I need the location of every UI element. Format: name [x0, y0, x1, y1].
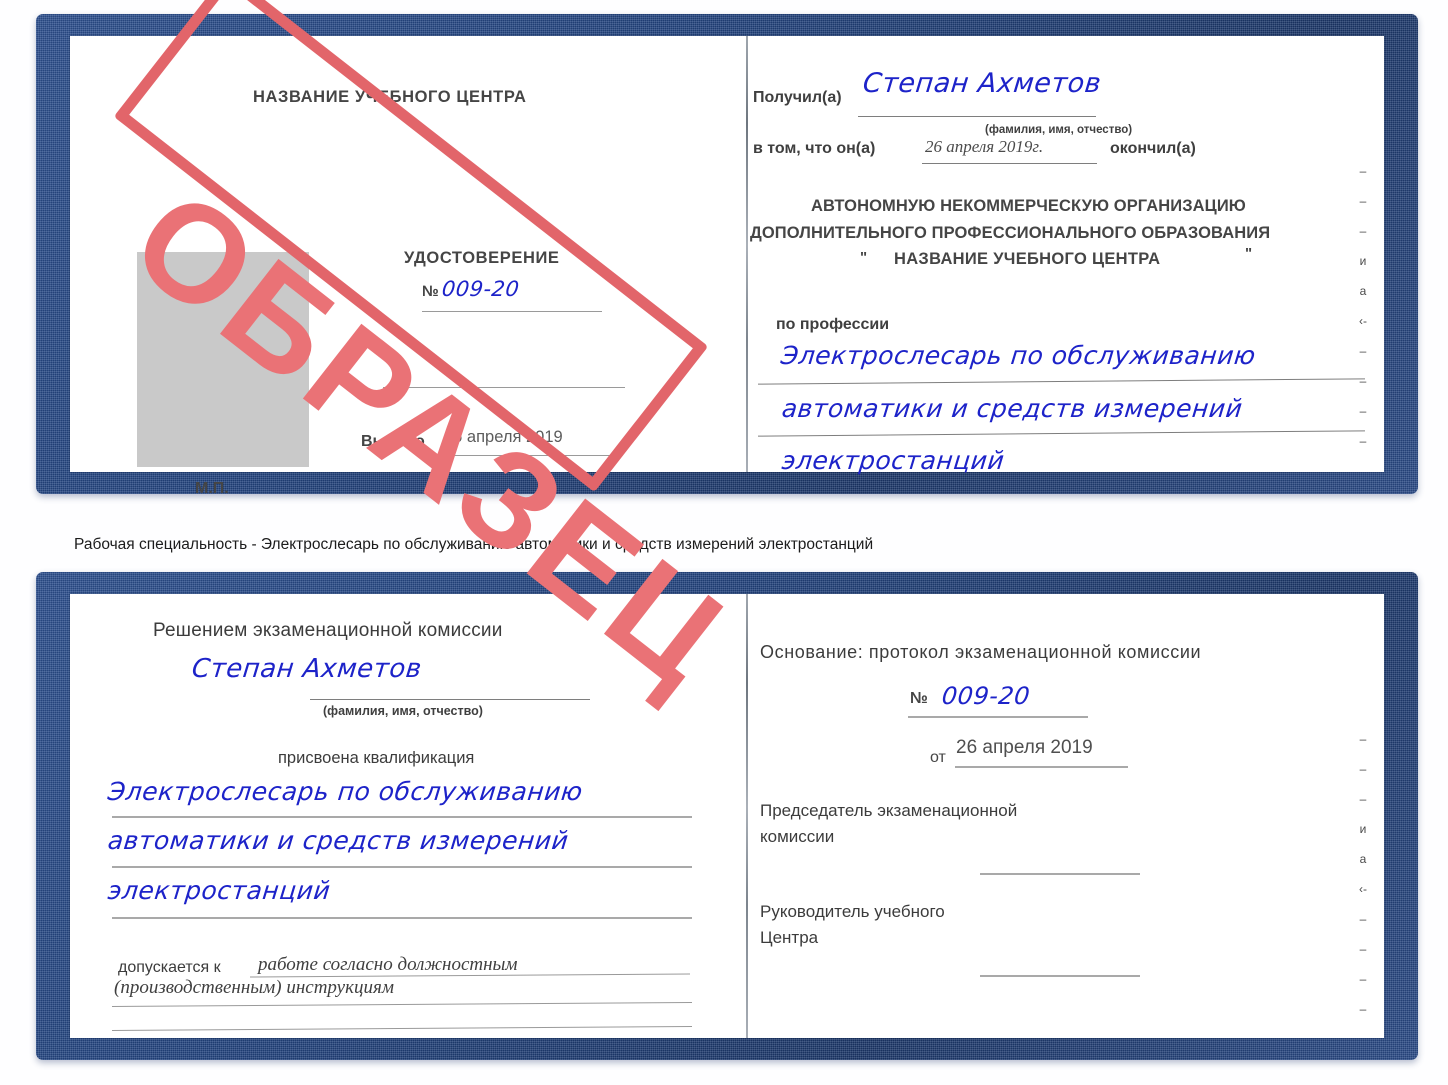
- bottom-left-admitted-rule2: [112, 1001, 692, 1008]
- bottom-right-head-signature-rule: [980, 975, 1140, 977]
- top-left-stamp-place-label: М.П.: [195, 480, 229, 497]
- bottom-right-number-rule: [908, 716, 1088, 718]
- certificate-top-right-page: Получил(а) Степан Ахметов (фамилия, имя,…: [748, 36, 1384, 475]
- top-left-issued-value: 26 апреля 2019: [444, 428, 563, 446]
- top-right-received-value: Степан Ахметов: [861, 68, 1103, 99]
- bottom-right-chairman-line2: комиссии: [760, 827, 835, 846]
- edge-mark: –: [1359, 374, 1367, 388]
- top-right-completion-date-rule: [922, 163, 1097, 164]
- edge-mark: –: [1359, 1002, 1367, 1016]
- certificate-bottom-right-page: Основание: протокол экзаменационной коми…: [748, 594, 1384, 1038]
- certificate-top-pages: НАЗВАНИЕ УЧЕБНОГО ЦЕНТРА УДОСТОВЕРЕНИЕ №…: [70, 36, 1384, 497]
- bottom-left-fio-hint: (фамилия, имя, отчество): [323, 704, 483, 718]
- top-right-received-label: Получил(а): [753, 89, 842, 106]
- edge-mark: –: [1359, 404, 1367, 418]
- bottom-left-name-value: Степан Ахметов: [190, 654, 424, 684]
- edge-mark: –: [1359, 912, 1367, 926]
- top-right-completion-date: 26 апреля 2019г.: [925, 137, 1044, 156]
- edge-mark: –: [1359, 224, 1367, 238]
- bottom-left-admitted-value-line1: работе согласно должностным: [258, 954, 518, 975]
- bottom-right-number-label: №: [910, 690, 928, 707]
- top-right-profession-rule2: [758, 430, 1365, 437]
- specialty-caption: Рабочая специальность - Электрослесарь п…: [74, 536, 874, 553]
- top-right-org-quote-close: ": [1245, 245, 1253, 262]
- top-right-profession-line3: электростанций: [780, 446, 1006, 475]
- top-right-that-he-label: в том, что он(а): [753, 140, 876, 157]
- edge-mark: и: [1359, 822, 1367, 836]
- bottom-right-head-line2: Центра: [760, 928, 819, 947]
- certificate-bottom-left-page: Решением экзаменационной комиссии Степан…: [70, 594, 746, 1038]
- edge-mark: –: [1359, 792, 1367, 806]
- edge-mark: –: [1359, 194, 1367, 208]
- certificate-top-booklet: НАЗВАНИЕ УЧЕБНОГО ЦЕНТРА УДОСТОВЕРЕНИЕ №…: [36, 0, 1418, 717]
- bottom-left-qualification-rule1: [112, 816, 692, 818]
- edge-mark: а: [1359, 284, 1367, 298]
- edge-mark: ‹-: [1359, 882, 1367, 896]
- top-right-profession-rule1: [758, 378, 1365, 385]
- top-left-blank-rule: [383, 387, 625, 388]
- top-left-issued-label: Выдано: [361, 433, 425, 450]
- bottom-left-admitted-value-line2: (производственным) инструкциям: [114, 977, 394, 998]
- certificate-top-left-page: НАЗВАНИЕ УЧЕБНОГО ЦЕНТРА УДОСТОВЕРЕНИЕ №…: [70, 36, 746, 497]
- bottom-right-head-line1: Руководитель учебного: [760, 902, 945, 921]
- certificate-bottom-pages: Решением экзаменационной комиссии Степан…: [70, 594, 1384, 1038]
- top-left-issued-rule: [441, 455, 611, 456]
- top-right-org-line2: ДОПОЛНИТЕЛЬНОГО ПРОФЕССИОНАЛЬНОГО ОБРАЗО…: [750, 224, 1271, 242]
- bottom-right-edge-marks: – – – и а ‹- – – – –: [1350, 724, 1376, 1024]
- top-left-photo-placeholder: [137, 252, 309, 467]
- bottom-left-name-rule: [310, 699, 590, 700]
- certificate-bottom-booklet: Решением экзаменационной комиссии Степан…: [36, 572, 1418, 1060]
- top-right-edge-marks: – – – и а ‹- – – – –: [1350, 156, 1376, 456]
- edge-mark: ‹-: [1359, 314, 1367, 328]
- top-left-number-label: №: [422, 283, 439, 300]
- top-right-finished-label: окончил(а): [1110, 140, 1196, 157]
- bottom-right-basis-label: Основание: протокол экзаменационной коми…: [760, 642, 1202, 662]
- top-right-profession-label: по профессии: [776, 316, 890, 333]
- bottom-right-date-rule: [955, 766, 1128, 768]
- top-left-number-rule: [422, 311, 602, 312]
- edge-mark: –: [1359, 942, 1367, 956]
- top-right-org-line1: АВТОНОМНУЮ НЕКОММЕРЧЕСКУЮ ОРГАНИЗАЦИЮ: [811, 197, 1246, 215]
- edge-mark: и: [1359, 254, 1367, 268]
- edge-mark: –: [1359, 434, 1367, 448]
- top-right-org-line3: НАЗВАНИЕ УЧЕБНОГО ЦЕНТРА: [894, 250, 1161, 268]
- top-right-received-rule: [858, 116, 1096, 117]
- bottom-right-date-value: 26 апреля 2019: [956, 737, 1093, 758]
- edge-mark: –: [1359, 164, 1367, 178]
- edge-mark: –: [1359, 762, 1367, 776]
- bottom-right-number-value: 009-20: [940, 682, 1032, 710]
- bottom-right-chairman-signature-rule: [980, 873, 1140, 875]
- top-right-profession-line1: Электрослесарь по обслуживанию: [779, 341, 1258, 370]
- edge-mark: –: [1359, 972, 1367, 986]
- top-right-fio-hint: (фамилия, имя, отчество): [985, 124, 1133, 136]
- bottom-right-date-label: от: [930, 749, 946, 766]
- bottom-left-qualification-line1: Электрослесарь по обслуживанию: [106, 777, 585, 806]
- edge-mark: –: [1359, 344, 1367, 358]
- top-left-doc-type: УДОСТОВЕРЕНИЕ: [404, 249, 560, 267]
- bottom-left-qualification-rule3: [112, 917, 692, 919]
- top-left-org-title: НАЗВАНИЕ УЧЕБНОГО ЦЕНТРА: [253, 88, 527, 106]
- bottom-left-qualification-line2: автоматики и средств измерений: [106, 826, 571, 855]
- bottom-right-chairman-line1: Председатель экзаменационной: [760, 801, 1018, 820]
- bottom-left-qualification-rule2: [112, 866, 692, 868]
- top-right-profession-line2: автоматики и средств измерений: [780, 394, 1245, 423]
- bottom-left-admitted-rule3: [112, 1025, 692, 1032]
- edge-mark: –: [1359, 732, 1367, 746]
- bottom-left-qualification-label: присвоена квалификация: [278, 749, 475, 767]
- bottom-left-qualification-line3: электростанций: [106, 876, 332, 905]
- edge-mark: а: [1359, 852, 1367, 866]
- bottom-left-admitted-label: допускается к: [118, 959, 221, 976]
- top-left-number-value: 009-20: [440, 277, 521, 301]
- bottom-left-decision-title: Решением экзаменационной комиссии: [153, 620, 503, 641]
- top-right-org-quote-open: ": [860, 249, 868, 266]
